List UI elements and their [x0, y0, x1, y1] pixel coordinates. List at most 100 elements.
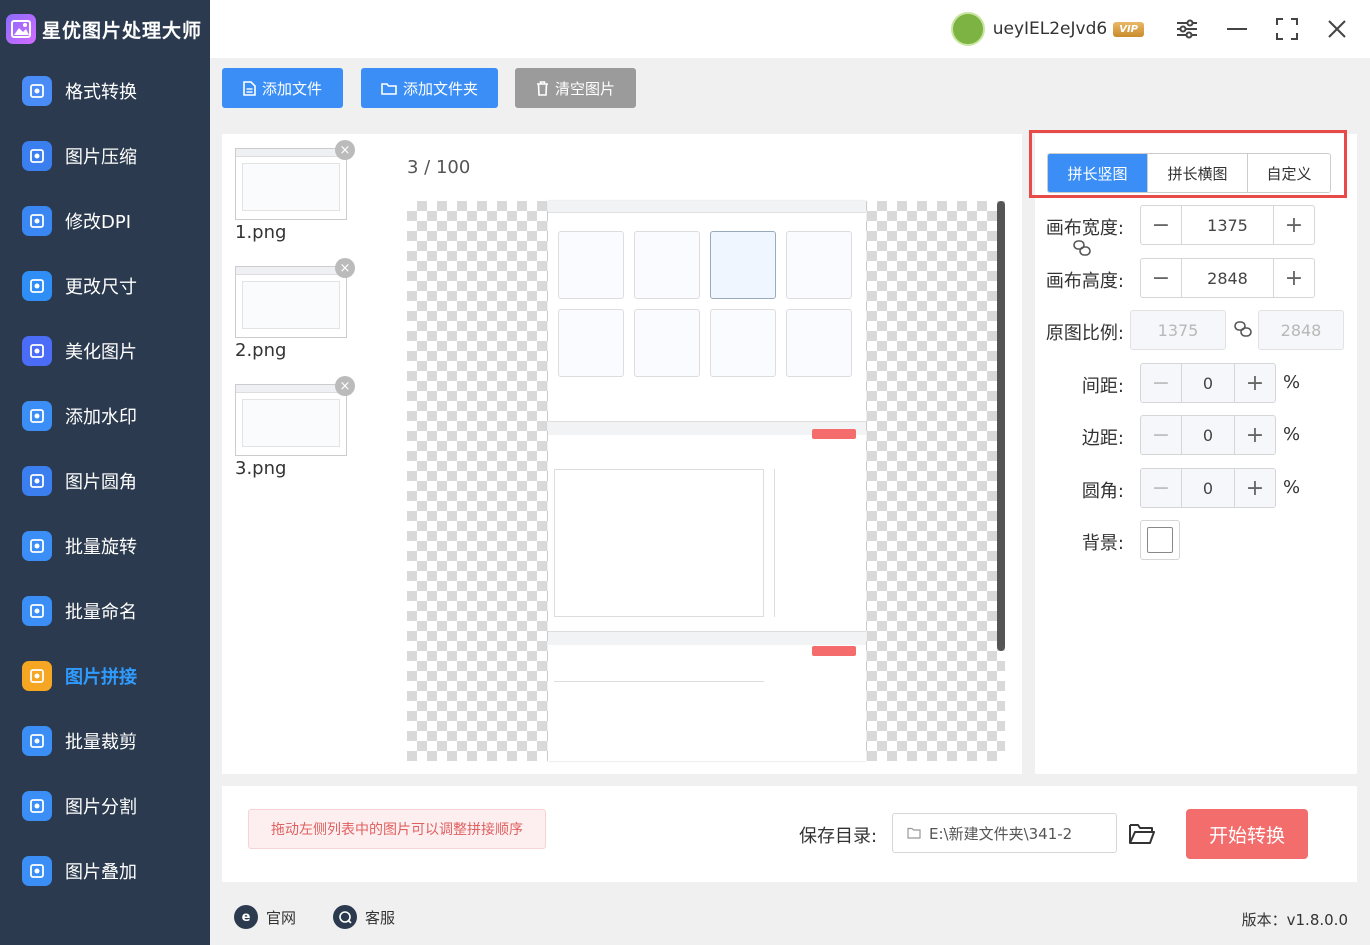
sidebar-item-label: 图片拼接 — [65, 666, 137, 688]
file-name: 2.png — [235, 340, 287, 361]
background-label: 背景: — [1081, 533, 1124, 554]
thumbnail-image[interactable] — [235, 266, 347, 338]
sidebar-item-label: 图片分割 — [65, 796, 137, 818]
chat-icon — [333, 905, 357, 929]
canvas-width-plus[interactable]: + — [1274, 206, 1314, 244]
sidebar-item-0[interactable]: 格式转换 — [0, 58, 210, 123]
sidebar-item-12[interactable]: 图片叠加 — [0, 838, 210, 903]
sidebar-item-3[interactable]: 更改尺寸 — [0, 253, 210, 318]
file-thumb-item[interactable]: × 2.png — [235, 258, 355, 361]
thumbnail-image[interactable] — [235, 384, 347, 456]
ratio-width: 1375 — [1130, 310, 1226, 350]
radius-plus[interactable]: + — [1235, 469, 1275, 507]
save-dir-input[interactable]: E:\新建文件夹\341-2 — [892, 813, 1117, 853]
spacing-value[interactable]: 0 — [1181, 364, 1235, 402]
maximize-icon[interactable] — [1272, 14, 1302, 44]
version-label: 版本：v1.8.0.0 — [1241, 911, 1348, 929]
radius-value[interactable]: 0 — [1181, 469, 1235, 507]
ratio-height: 2848 — [1258, 310, 1344, 350]
tab-mode-2[interactable]: 自定义 — [1248, 154, 1330, 192]
resize-icon — [22, 270, 52, 301]
margin-plus[interactable]: + — [1235, 416, 1275, 454]
sidebar-item-10[interactable]: 批量裁剪 — [0, 708, 210, 773]
add-file-label: 添加文件 — [261, 79, 322, 98]
remove-icon[interactable]: × — [335, 258, 355, 278]
margin-minus[interactable]: − — [1141, 416, 1181, 454]
layers-icon — [22, 855, 52, 886]
website-link[interactable]: e 官网 — [234, 905, 296, 929]
browse-folder-icon[interactable] — [1128, 822, 1156, 850]
sidebar-item-label: 更改尺寸 — [65, 276, 137, 298]
spacing-minus[interactable]: − — [1141, 364, 1181, 402]
canvas-height-plus[interactable]: + — [1274, 259, 1314, 297]
clear-images-button[interactable]: 清空图片 — [515, 68, 636, 108]
support-label: 客服 — [365, 908, 396, 927]
user-info[interactable]: ueyIEL2eJvd6 VIP — [950, 12, 1144, 46]
preview-scrollbar[interactable] — [997, 201, 1005, 651]
link-icon[interactable] — [1072, 239, 1092, 261]
sidebar-item-7[interactable]: 批量旋转 — [0, 513, 210, 578]
settings-sliders-icon[interactable] — [1172, 14, 1202, 44]
radius-label: 圆角: — [1081, 481, 1124, 502]
spacing-stepper[interactable]: − 0 + — [1140, 363, 1276, 403]
ie-icon: e — [234, 905, 258, 929]
sidebar-item-9[interactable]: 图片拼接 — [0, 643, 210, 708]
app-title: 星优图片处理大师 — [42, 19, 203, 42]
canvas-height-value[interactable]: 2848 — [1181, 259, 1274, 297]
avatar[interactable] — [950, 12, 985, 46]
minimize-icon[interactable] — [1222, 14, 1252, 44]
sidebar-item-label: 批量裁剪 — [65, 731, 137, 753]
title-bar: ueyIEL2eJvd6 VIP — [210, 0, 1370, 58]
background-color-picker[interactable] — [1140, 520, 1180, 560]
file-thumb-item[interactable]: × 1.png — [235, 140, 355, 243]
margin-percent: % — [1283, 424, 1301, 445]
sidebar-item-label: 格式转换 — [65, 81, 137, 103]
rename-icon — [22, 595, 52, 626]
vip-badge: VIP — [1113, 21, 1144, 37]
sidebar-item-label: 批量旋转 — [65, 536, 137, 558]
puzzle-icon — [22, 660, 52, 691]
file-icon — [243, 80, 256, 96]
sidebar-item-2[interactable]: 修改DPI — [0, 188, 210, 253]
save-dir-value: E:\新建文件夹\341-2 — [929, 824, 1073, 843]
radius-stepper[interactable]: − 0 + — [1140, 468, 1276, 508]
add-folder-button[interactable]: 添加文件夹 — [361, 68, 498, 108]
radius-percent: % — [1283, 477, 1301, 498]
remove-icon[interactable]: × — [335, 376, 355, 396]
sidebar-item-label: 添加水印 — [65, 406, 137, 428]
close-icon[interactable] — [1322, 14, 1352, 44]
margin-value[interactable]: 0 — [1181, 416, 1235, 454]
file-thumb-item[interactable]: × 3.png — [235, 376, 355, 479]
canvas-width-value[interactable]: 1375 — [1181, 206, 1274, 244]
margin-label: 边距: — [1081, 428, 1124, 449]
start-convert-button[interactable]: 开始转换 — [1186, 809, 1308, 859]
thumbnail-image[interactable] — [235, 148, 347, 220]
canvas-width-stepper[interactable]: − 1375 + — [1140, 205, 1315, 245]
sidebar-item-4[interactable]: 美化图片 — [0, 318, 210, 383]
sidebar-item-1[interactable]: 图片压缩 — [0, 123, 210, 188]
tab-mode-0[interactable]: 拼长竖图 — [1048, 154, 1148, 192]
remove-icon[interactable]: × — [335, 140, 355, 160]
canvas-height-stepper[interactable]: − 2848 + — [1140, 258, 1315, 298]
sidebar-item-5[interactable]: 添加水印 — [0, 383, 210, 448]
sort-hint: 拖动左侧列表中的图片可以调整拼接顺序 — [248, 809, 546, 849]
add-folder-label: 添加文件夹 — [402, 79, 478, 98]
add-file-button[interactable]: 添加文件 — [222, 68, 343, 108]
canvas-width-minus[interactable]: − — [1141, 206, 1181, 244]
clear-images-label: 清空图片 — [554, 79, 615, 98]
canvas-height-minus[interactable]: − — [1141, 259, 1181, 297]
crop-icon — [22, 725, 52, 756]
spacing-plus[interactable]: + — [1235, 364, 1275, 402]
file-name: 1.png — [235, 222, 287, 243]
sidebar-item-8[interactable]: 批量命名 — [0, 578, 210, 643]
sidebar-item-6[interactable]: 图片圆角 — [0, 448, 210, 513]
sidebar-item-label: 美化图片 — [65, 341, 137, 363]
sidebar-item-11[interactable]: 图片分割 — [0, 773, 210, 838]
radius-minus[interactable]: − — [1141, 469, 1181, 507]
stitched-preview[interactable] — [407, 201, 1005, 761]
margin-stepper[interactable]: − 0 + — [1140, 415, 1276, 455]
sidebar-nav: 格式转换图片压缩 修改DPI 更改尺寸美化图片添加水印图片圆角批量旋转批量命名图片拼… — [0, 58, 210, 903]
tab-mode-1[interactable]: 拼长横图 — [1148, 154, 1248, 192]
canvas-height-label: 画布高度: — [1045, 271, 1124, 292]
support-link[interactable]: 客服 — [333, 905, 395, 929]
